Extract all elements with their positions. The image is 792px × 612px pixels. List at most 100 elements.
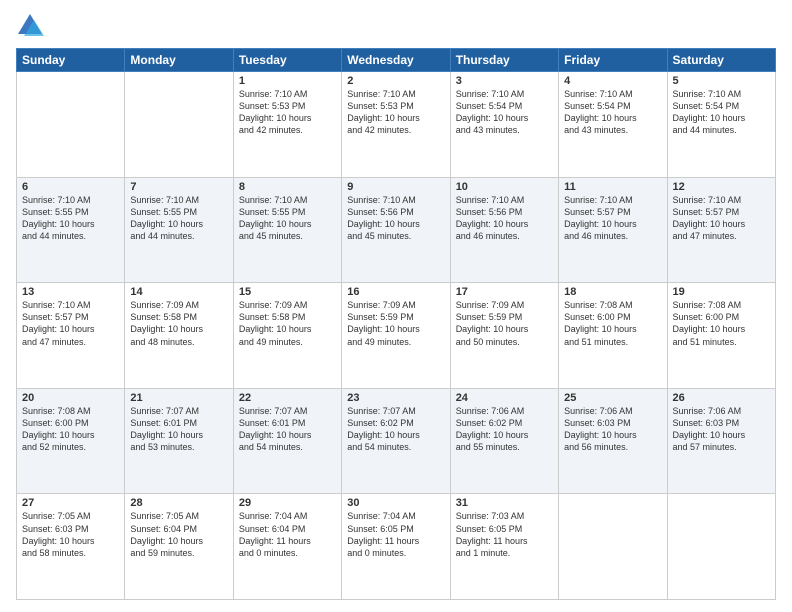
cell-info: Sunrise: 7:04 AM Sunset: 6:04 PM Dayligh…	[239, 510, 336, 559]
calendar-cell	[17, 72, 125, 178]
calendar-cell: 22Sunrise: 7:07 AM Sunset: 6:01 PM Dayli…	[233, 388, 341, 494]
calendar-cell	[125, 72, 233, 178]
day-number: 10	[456, 181, 553, 193]
cell-info: Sunrise: 7:10 AM Sunset: 5:54 PM Dayligh…	[456, 88, 553, 137]
calendar-cell: 10Sunrise: 7:10 AM Sunset: 5:56 PM Dayli…	[450, 177, 558, 283]
day-number: 2	[347, 75, 444, 87]
cell-info: Sunrise: 7:04 AM Sunset: 6:05 PM Dayligh…	[347, 510, 444, 559]
day-number: 18	[564, 286, 661, 298]
calendar-cell: 13Sunrise: 7:10 AM Sunset: 5:57 PM Dayli…	[17, 283, 125, 389]
day-number: 21	[130, 392, 227, 404]
cell-info: Sunrise: 7:10 AM Sunset: 5:57 PM Dayligh…	[673, 194, 770, 243]
cell-info: Sunrise: 7:07 AM Sunset: 6:01 PM Dayligh…	[130, 405, 227, 454]
cell-info: Sunrise: 7:07 AM Sunset: 6:02 PM Dayligh…	[347, 405, 444, 454]
calendar-week-2: 6Sunrise: 7:10 AM Sunset: 5:55 PM Daylig…	[17, 177, 776, 283]
calendar-cell: 27Sunrise: 7:05 AM Sunset: 6:03 PM Dayli…	[17, 494, 125, 600]
day-number: 11	[564, 181, 661, 193]
weekday-header-wednesday: Wednesday	[342, 49, 450, 72]
day-number: 15	[239, 286, 336, 298]
calendar-cell: 12Sunrise: 7:10 AM Sunset: 5:57 PM Dayli…	[667, 177, 775, 283]
cell-info: Sunrise: 7:05 AM Sunset: 6:04 PM Dayligh…	[130, 510, 227, 559]
calendar-cell: 17Sunrise: 7:09 AM Sunset: 5:59 PM Dayli…	[450, 283, 558, 389]
calendar-cell: 8Sunrise: 7:10 AM Sunset: 5:55 PM Daylig…	[233, 177, 341, 283]
day-number: 22	[239, 392, 336, 404]
calendar-week-5: 27Sunrise: 7:05 AM Sunset: 6:03 PM Dayli…	[17, 494, 776, 600]
calendar-cell: 2Sunrise: 7:10 AM Sunset: 5:53 PM Daylig…	[342, 72, 450, 178]
calendar-cell: 26Sunrise: 7:06 AM Sunset: 6:03 PM Dayli…	[667, 388, 775, 494]
cell-info: Sunrise: 7:09 AM Sunset: 5:59 PM Dayligh…	[347, 299, 444, 348]
calendar-cell: 15Sunrise: 7:09 AM Sunset: 5:58 PM Dayli…	[233, 283, 341, 389]
calendar-cell: 29Sunrise: 7:04 AM Sunset: 6:04 PM Dayli…	[233, 494, 341, 600]
calendar-cell: 9Sunrise: 7:10 AM Sunset: 5:56 PM Daylig…	[342, 177, 450, 283]
day-number: 16	[347, 286, 444, 298]
day-number: 8	[239, 181, 336, 193]
weekday-header-monday: Monday	[125, 49, 233, 72]
calendar-week-4: 20Sunrise: 7:08 AM Sunset: 6:00 PM Dayli…	[17, 388, 776, 494]
calendar-cell: 30Sunrise: 7:04 AM Sunset: 6:05 PM Dayli…	[342, 494, 450, 600]
cell-info: Sunrise: 7:10 AM Sunset: 5:57 PM Dayligh…	[564, 194, 661, 243]
calendar-cell: 28Sunrise: 7:05 AM Sunset: 6:04 PM Dayli…	[125, 494, 233, 600]
day-number: 31	[456, 497, 553, 509]
calendar-cell: 20Sunrise: 7:08 AM Sunset: 6:00 PM Dayli…	[17, 388, 125, 494]
calendar-cell: 24Sunrise: 7:06 AM Sunset: 6:02 PM Dayli…	[450, 388, 558, 494]
day-number: 28	[130, 497, 227, 509]
cell-info: Sunrise: 7:08 AM Sunset: 6:00 PM Dayligh…	[564, 299, 661, 348]
calendar-table: SundayMondayTuesdayWednesdayThursdayFrid…	[16, 48, 776, 600]
calendar-cell: 31Sunrise: 7:03 AM Sunset: 6:05 PM Dayli…	[450, 494, 558, 600]
calendar-cell: 23Sunrise: 7:07 AM Sunset: 6:02 PM Dayli…	[342, 388, 450, 494]
calendar-cell: 11Sunrise: 7:10 AM Sunset: 5:57 PM Dayli…	[559, 177, 667, 283]
header	[16, 12, 776, 40]
calendar-week-1: 1Sunrise: 7:10 AM Sunset: 5:53 PM Daylig…	[17, 72, 776, 178]
cell-info: Sunrise: 7:06 AM Sunset: 6:03 PM Dayligh…	[564, 405, 661, 454]
day-number: 6	[22, 181, 119, 193]
calendar-cell: 3Sunrise: 7:10 AM Sunset: 5:54 PM Daylig…	[450, 72, 558, 178]
day-number: 25	[564, 392, 661, 404]
day-number: 7	[130, 181, 227, 193]
cell-info: Sunrise: 7:09 AM Sunset: 5:58 PM Dayligh…	[130, 299, 227, 348]
cell-info: Sunrise: 7:10 AM Sunset: 5:53 PM Dayligh…	[347, 88, 444, 137]
cell-info: Sunrise: 7:08 AM Sunset: 6:00 PM Dayligh…	[673, 299, 770, 348]
cell-info: Sunrise: 7:10 AM Sunset: 5:56 PM Dayligh…	[347, 194, 444, 243]
cell-info: Sunrise: 7:09 AM Sunset: 5:58 PM Dayligh…	[239, 299, 336, 348]
calendar-cell: 6Sunrise: 7:10 AM Sunset: 5:55 PM Daylig…	[17, 177, 125, 283]
day-number: 30	[347, 497, 444, 509]
day-number: 3	[456, 75, 553, 87]
cell-info: Sunrise: 7:10 AM Sunset: 5:57 PM Dayligh…	[22, 299, 119, 348]
day-number: 14	[130, 286, 227, 298]
day-number: 4	[564, 75, 661, 87]
logo	[16, 12, 48, 40]
weekday-header-saturday: Saturday	[667, 49, 775, 72]
weekday-header-thursday: Thursday	[450, 49, 558, 72]
calendar-cell: 4Sunrise: 7:10 AM Sunset: 5:54 PM Daylig…	[559, 72, 667, 178]
calendar-week-3: 13Sunrise: 7:10 AM Sunset: 5:57 PM Dayli…	[17, 283, 776, 389]
cell-info: Sunrise: 7:10 AM Sunset: 5:55 PM Dayligh…	[239, 194, 336, 243]
cell-info: Sunrise: 7:06 AM Sunset: 6:02 PM Dayligh…	[456, 405, 553, 454]
cell-info: Sunrise: 7:10 AM Sunset: 5:55 PM Dayligh…	[130, 194, 227, 243]
calendar-cell: 7Sunrise: 7:10 AM Sunset: 5:55 PM Daylig…	[125, 177, 233, 283]
cell-info: Sunrise: 7:10 AM Sunset: 5:54 PM Dayligh…	[673, 88, 770, 137]
logo-icon	[16, 12, 44, 40]
cell-info: Sunrise: 7:03 AM Sunset: 6:05 PM Dayligh…	[456, 510, 553, 559]
cell-info: Sunrise: 7:09 AM Sunset: 5:59 PM Dayligh…	[456, 299, 553, 348]
cell-info: Sunrise: 7:10 AM Sunset: 5:54 PM Dayligh…	[564, 88, 661, 137]
day-number: 23	[347, 392, 444, 404]
calendar-cell: 19Sunrise: 7:08 AM Sunset: 6:00 PM Dayli…	[667, 283, 775, 389]
day-number: 5	[673, 75, 770, 87]
day-number: 12	[673, 181, 770, 193]
calendar-header-row: SundayMondayTuesdayWednesdayThursdayFrid…	[17, 49, 776, 72]
day-number: 1	[239, 75, 336, 87]
day-number: 29	[239, 497, 336, 509]
weekday-header-sunday: Sunday	[17, 49, 125, 72]
day-number: 9	[347, 181, 444, 193]
cell-info: Sunrise: 7:10 AM Sunset: 5:55 PM Dayligh…	[22, 194, 119, 243]
cell-info: Sunrise: 7:07 AM Sunset: 6:01 PM Dayligh…	[239, 405, 336, 454]
calendar-cell: 16Sunrise: 7:09 AM Sunset: 5:59 PM Dayli…	[342, 283, 450, 389]
calendar-cell	[667, 494, 775, 600]
cell-info: Sunrise: 7:06 AM Sunset: 6:03 PM Dayligh…	[673, 405, 770, 454]
day-number: 24	[456, 392, 553, 404]
day-number: 13	[22, 286, 119, 298]
weekday-header-tuesday: Tuesday	[233, 49, 341, 72]
page: SundayMondayTuesdayWednesdayThursdayFrid…	[0, 0, 792, 612]
day-number: 20	[22, 392, 119, 404]
cell-info: Sunrise: 7:10 AM Sunset: 5:53 PM Dayligh…	[239, 88, 336, 137]
